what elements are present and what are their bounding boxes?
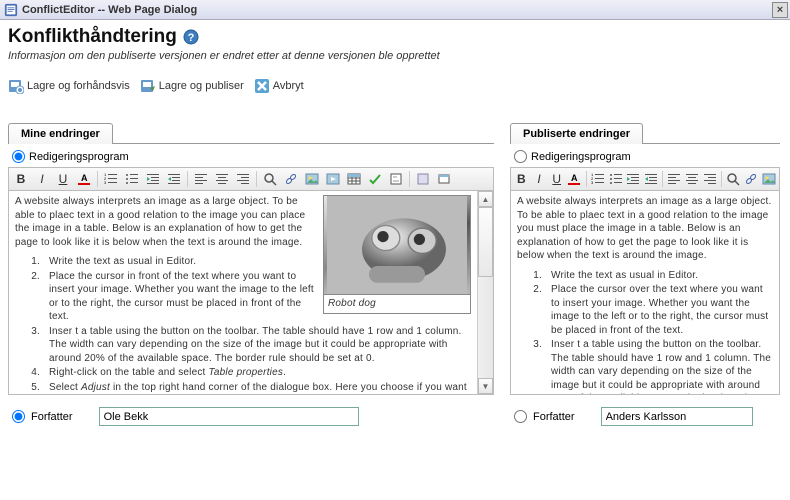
svg-text:3: 3 [591,180,594,185]
page-title: Konflikthåndtering [8,26,177,48]
window-title: ConflictEditor -- Web Page Dialog [22,4,197,16]
left-author-radio[interactable] [12,410,25,423]
right-panel: Publiserte endringer Redigeringsprogram … [504,122,780,432]
editor-image-caption: Robot dog [324,294,470,313]
align-center-button[interactable] [685,170,700,188]
help-icon[interactable]: ? [183,29,199,45]
list-item: Select Adjust in the top right hand corn… [43,381,471,395]
align-right-button[interactable] [703,170,718,188]
toolbar-extra-1[interactable] [414,170,432,188]
align-center-button[interactable] [213,170,231,188]
right-editor[interactable]: A website always interprets an image as … [510,191,780,395]
left-toolbar: B I U A 123 [8,167,494,191]
robot-dog-image [324,196,470,294]
align-left-button[interactable] [192,170,210,188]
align-left-button[interactable] [667,170,682,188]
underline-button[interactable]: U [549,170,564,188]
compare-panels: Mine endringer Redigeringsprogram B I U … [0,122,790,432]
scroll-down-button[interactable]: ▼ [478,378,493,394]
insert-table-button[interactable] [345,170,363,188]
search-button[interactable] [726,170,741,188]
insert-link-button[interactable] [282,170,300,188]
outdent-button[interactable] [144,170,162,188]
insert-image-button[interactable] [761,170,776,188]
svg-text:3: 3 [104,180,107,185]
right-editor-radio[interactable] [514,150,527,163]
right-author-label: Forfatter [533,411,575,423]
right-intro-text: A website always interprets an image as … [517,195,773,263]
scroll-thumb[interactable] [478,207,493,277]
indent-button[interactable] [165,170,183,188]
indent-button[interactable] [644,170,659,188]
underline-button[interactable]: U [54,170,72,188]
left-editor-content[interactable]: Robot dog A website always interprets an… [9,191,477,394]
window-titlebar: ConflictEditor -- Web Page Dialog × [0,0,790,20]
left-author-label: Forfatter [31,411,73,423]
right-editor-content[interactable]: A website always interprets an image as … [511,191,779,394]
font-color-button[interactable]: A [567,170,582,188]
right-editor-radio-label: Redigeringsprogram [531,151,631,163]
editor-image-figure: Robot dog [323,195,471,314]
window-close-button[interactable]: × [772,2,788,18]
page-subtitle: Informasjon om den publiserte versjonen … [8,50,782,62]
toolbar-extra-2[interactable] [435,170,453,188]
app-icon [4,3,18,17]
left-editor-radio[interactable] [12,150,25,163]
list-item: Inser t a table using the button on the … [43,325,471,366]
outdent-button[interactable] [626,170,641,188]
svg-text:A: A [571,173,578,183]
page-header: Konflikthåndtering ? Informasjon om den … [0,20,790,66]
left-scrollbar[interactable]: ▲ ▼ [477,191,493,394]
align-right-button[interactable] [234,170,252,188]
form-button[interactable] [387,170,405,188]
right-tab-row: Publiserte endringer [510,122,780,144]
svg-text:A: A [81,173,88,183]
cancel-label: Avbryt [273,80,304,92]
right-author-input[interactable] [601,407,753,426]
save-publish-label: Lagre og publiser [159,80,244,92]
left-tab-row: Mine endringer [8,122,494,144]
list-item: Inser t a table using the button on the … [545,338,773,394]
insert-link-button[interactable] [744,170,759,188]
italic-button[interactable]: I [532,170,547,188]
left-editor-radio-label: Redigeringsprogram [29,151,129,163]
unordered-list-button[interactable] [123,170,141,188]
bold-button[interactable]: B [12,170,30,188]
action-bar: Lagre og forhåndsvis Lagre og publiser A… [0,66,790,100]
tab-published-changes[interactable]: Publiserte endringer [510,123,643,144]
unordered-list-button[interactable] [608,170,623,188]
ordered-list-button[interactable]: 123 [591,170,606,188]
right-author-radio[interactable] [514,410,527,423]
list-item: Write the text as usual in Editor. [545,269,773,283]
left-author-input[interactable] [99,407,359,426]
save-publish-button[interactable]: Lagre og publiser [140,78,244,94]
italic-button[interactable]: I [33,170,51,188]
list-item: Right-click on the table and select Tabl… [43,366,471,380]
save-preview-label: Lagre og forhåndsvis [27,80,130,92]
cancel-button[interactable]: Avbryt [254,78,304,94]
scroll-up-button[interactable]: ▲ [478,191,493,207]
left-panel: Mine endringer Redigeringsprogram B I U … [0,122,504,432]
font-color-button[interactable]: A [75,170,93,188]
save-preview-button[interactable]: Lagre og forhåndsvis [8,78,130,94]
search-button[interactable] [261,170,279,188]
svg-text:?: ? [188,32,195,44]
insert-image-button[interactable] [303,170,321,188]
insert-media-button[interactable] [324,170,342,188]
right-ordered-list: Write the text as usual in Editor. Place… [545,269,773,395]
tab-my-changes[interactable]: Mine endringer [8,123,113,144]
save-preview-icon [8,78,24,94]
bold-button[interactable]: B [514,170,529,188]
spellcheck-button[interactable] [366,170,384,188]
right-toolbar: B I U A 123 [510,167,780,191]
ordered-list-button[interactable]: 123 [102,170,120,188]
cancel-icon [254,78,270,94]
save-publish-icon [140,78,156,94]
list-item: Place the cursor over the text where you… [545,283,773,337]
left-editor[interactable]: Robot dog A website always interprets an… [8,191,494,395]
